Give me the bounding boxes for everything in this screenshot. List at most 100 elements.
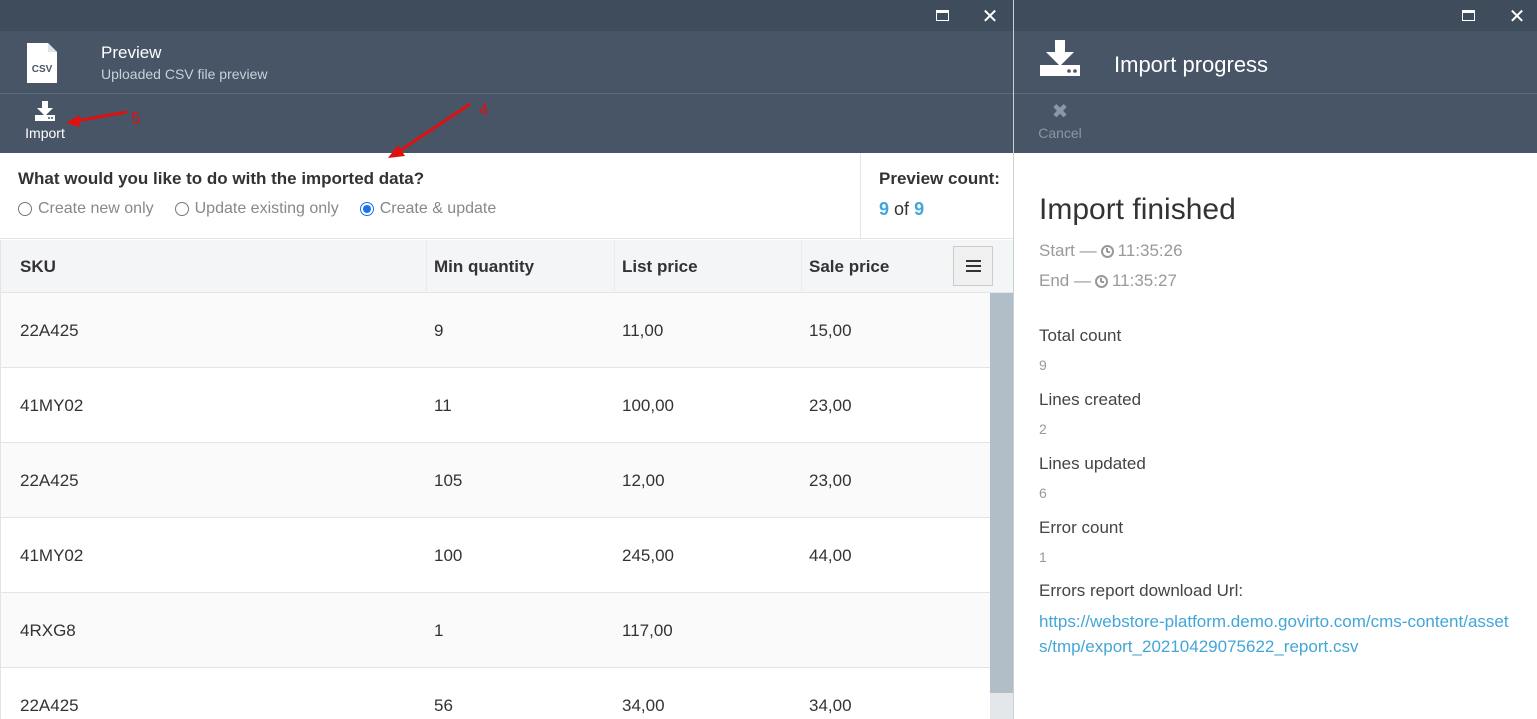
preview-grid: SKU Min quantity List price Sale price 2… (0, 240, 1013, 719)
error-count-label: Error count (1039, 518, 1124, 537)
cell-sku: 22A425 (20, 321, 79, 340)
lines-created-value: 2 (1039, 421, 1047, 437)
import-status-title: Import finished (1039, 193, 1236, 226)
errors-report-link[interactable]: https://webstore-platform.demo.govirto.c… (1039, 609, 1509, 659)
preview-toolbar: Import (0, 94, 1013, 153)
cell-list-price: 11,00 (622, 321, 664, 340)
import-button[interactable]: Import (15, 100, 75, 148)
cell-list-price: 100,00 (622, 396, 674, 415)
import-mode-panel: What would you like to do with the impor… (0, 153, 1013, 239)
lines-updated-value: 6 (1039, 485, 1047, 501)
import-progress-blade: ✕ ✖ Cancel Import finished Start — 11:35… (1014, 0, 1537, 719)
end-time: End — 11:35:27 (1039, 271, 1177, 291)
radio-label: Create new only (38, 200, 154, 217)
preview-count-box: Preview count: 9 of 9 (860, 153, 1013, 238)
clock-icon (1100, 244, 1114, 258)
maximize-icon (1461, 10, 1475, 21)
total-count-label: Total count (1039, 326, 1122, 345)
cancel-icon: ✖ (1051, 99, 1069, 123)
cell-sale-price: 23,00 (809, 396, 852, 415)
progress-title: Import progress (1114, 52, 1269, 77)
grid-scrollbar[interactable] (990, 293, 1013, 719)
scrollbar-thumb[interactable] (990, 293, 1013, 693)
table-row[interactable]: 41MY02 100 245,00 44,00 (1, 518, 990, 593)
radio-label: Create & update (379, 200, 497, 217)
total-count-value: 9 (1039, 357, 1047, 373)
svg-text:CSV: CSV (32, 64, 53, 75)
column-header-list-price[interactable]: List price (615, 240, 802, 293)
cell-min-quantity: 105 (434, 471, 463, 490)
page-title: Preview (101, 43, 162, 62)
cell-min-quantity: 9 (434, 321, 444, 340)
radio-label: Update existing only (194, 200, 339, 217)
table-row[interactable]: 22A425 105 12,00 23,00 (1, 443, 990, 518)
progress-titlebar: ✕ (1014, 0, 1537, 31)
preview-count-label: Preview count: (879, 169, 1000, 188)
grid-header: SKU Min quantity List price Sale price (0, 240, 1013, 293)
cell-list-price: 245,00 (622, 546, 674, 565)
cell-sku: 22A425 (20, 471, 79, 490)
table-row[interactable]: 4RXG8 1 117,00 (1, 593, 990, 668)
radio-button[interactable] (174, 202, 189, 216)
cell-sku: 22A425 (20, 696, 79, 715)
cell-sku: 41MY02 (20, 546, 84, 565)
table-row[interactable]: 41MY02 11 100,00 23,00 (1, 368, 990, 443)
radio-button[interactable] (18, 202, 32, 216)
maximize-button[interactable] (927, 0, 957, 31)
cell-list-price: 34,00 (622, 696, 665, 715)
lines-created-label: Lines created (1039, 390, 1142, 409)
cell-min-quantity: 100 (434, 546, 463, 565)
cell-sku: 4RXG8 (20, 621, 76, 640)
radio-update-existing-only[interactable]: Update existing only (174, 200, 339, 218)
annotation-4: 4 (479, 100, 489, 119)
cell-sale-price: 34,00 (809, 696, 852, 715)
preview-titlebar: ✕ (0, 0, 1013, 31)
maximize-button[interactable] (1453, 0, 1483, 31)
annotation-5: 5 (131, 109, 141, 128)
page-subtitle: Uploaded CSV file preview (101, 66, 268, 82)
close-icon: ✕ (1508, 3, 1526, 28)
close-icon: ✕ (981, 3, 999, 28)
download-icon (1040, 40, 1080, 76)
csv-file-icon: CSV (27, 43, 57, 83)
cell-min-quantity: 11 (434, 396, 452, 415)
maximize-icon (935, 10, 949, 21)
download-icon (35, 101, 55, 121)
cell-min-quantity: 56 (434, 696, 453, 715)
table-row[interactable]: 22A425 9 11,00 15,00 (1, 293, 990, 368)
column-header-sku[interactable]: SKU (1, 240, 427, 293)
close-button[interactable]: ✕ (1502, 0, 1532, 31)
radio-create-new-only[interactable]: Create new only (18, 200, 154, 218)
table-row[interactable]: 22A425 56 34,00 34,00 (1, 668, 990, 719)
progress-toolbar: ✖ Cancel (1014, 94, 1537, 153)
cancel-label: Cancel (1038, 125, 1082, 141)
clock-icon (1094, 274, 1108, 288)
preview-count-total: 9 (914, 199, 925, 219)
import-result: Import finished Start — 11:35:26 End — 1… (1014, 153, 1537, 719)
import-mode-radios: Create new only Update existing only Cre… (18, 200, 517, 218)
cell-sku: 41MY02 (20, 396, 84, 415)
cancel-button[interactable]: ✖ Cancel (1030, 100, 1090, 148)
preview-count-value: 9 of 9 (879, 199, 924, 220)
close-button[interactable]: ✕ (975, 0, 1005, 31)
cell-sale-price: 23,00 (809, 471, 852, 490)
start-label: Start — (1039, 241, 1097, 260)
start-time-value: 11:35:26 (1117, 241, 1183, 260)
cell-list-price: 117,00 (622, 621, 673, 640)
cell-min-quantity: 1 (434, 621, 444, 640)
import-label: Import (25, 125, 65, 141)
error-count-value: 1 (1039, 549, 1047, 565)
radio-button-selected[interactable] (359, 202, 374, 216)
end-time-value: 11:35:27 (1111, 271, 1177, 290)
cell-sale-price: 44,00 (809, 546, 852, 565)
grid-menu-button[interactable] (953, 246, 993, 286)
errors-report-label: Errors report download Url: (1039, 581, 1244, 600)
radio-create-and-update[interactable]: Create & update (359, 200, 497, 218)
end-label: End — (1039, 271, 1091, 290)
lines-updated-label: Lines updated (1039, 454, 1146, 473)
grid-body: 22A425 9 11,00 15,00 41MY02 11 100,00 23,00 22A4… (0, 293, 990, 719)
cell-list-price: 12,00 (622, 471, 665, 490)
column-header-sale-price[interactable]: Sale price (802, 240, 942, 293)
column-header-min-quantity[interactable]: Min quantity (427, 240, 615, 293)
preview-count-of: of (894, 199, 910, 219)
